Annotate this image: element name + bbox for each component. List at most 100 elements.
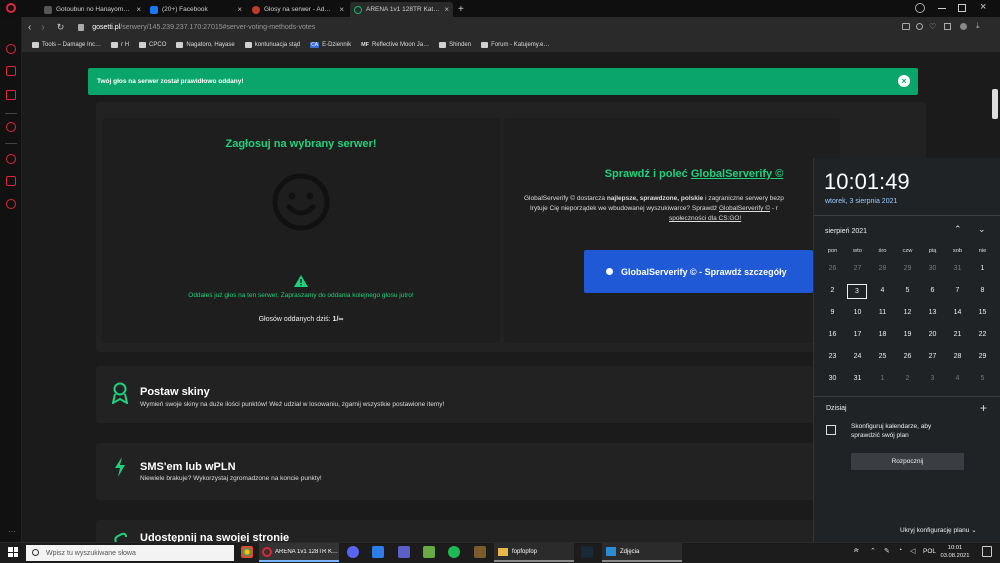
teams-icon[interactable] bbox=[398, 546, 410, 558]
scrollbar-thumb[interactable] bbox=[992, 89, 998, 119]
bookmark-3[interactable]: Nagatoro, Hayase bbox=[176, 41, 235, 48]
calendar-day[interactable]: 26 bbox=[820, 265, 845, 272]
bookmark-4[interactable]: kontunuacja stąd bbox=[244, 41, 300, 48]
calendar-day[interactable]: 2 bbox=[820, 287, 845, 294]
url-field[interactable]: gosetti.pl/serwery/145.239.237.170:27015… bbox=[92, 24, 315, 31]
calendar-day[interactable]: 7 bbox=[945, 287, 970, 294]
network-icon[interactable]: ◔ bbox=[898, 547, 902, 554]
calendar-day[interactable]: 18 bbox=[870, 331, 895, 338]
close-icon[interactable]: × bbox=[136, 5, 141, 14]
minimize-icon[interactable] bbox=[938, 8, 946, 9]
player-icon[interactable] bbox=[6, 122, 16, 132]
spotify-icon[interactable] bbox=[448, 546, 460, 558]
add-event-button[interactable]: + bbox=[980, 401, 987, 415]
camera-icon[interactable] bbox=[902, 23, 910, 30]
calendar-day[interactable]: 1 bbox=[970, 265, 995, 272]
history-icon[interactable] bbox=[6, 154, 16, 164]
chevron-up-icon[interactable]: ⌃ bbox=[954, 224, 962, 235]
vpn-icon[interactable] bbox=[916, 23, 923, 30]
calendar-month[interactable]: sierpień 2021 bbox=[825, 228, 867, 235]
calendar-day[interactable]: 22 bbox=[970, 331, 995, 338]
people-icon[interactable]: ጵ bbox=[854, 547, 859, 555]
calendar-day[interactable]: 21 bbox=[945, 331, 970, 338]
tray-chevron-icon[interactable]: ⌃ bbox=[870, 547, 876, 555]
calendar-day[interactable]: 24 bbox=[845, 353, 870, 360]
back-icon[interactable]: ‹ bbox=[28, 22, 31, 33]
notifications-icon[interactable] bbox=[982, 546, 992, 557]
search-tabs-icon[interactable] bbox=[915, 3, 925, 13]
calendar-day[interactable]: 9 bbox=[820, 309, 845, 316]
twitch-icon[interactable] bbox=[6, 90, 16, 100]
tab-3[interactable]: ARENA 1v1 128TR Katujemy… × bbox=[350, 2, 453, 17]
calendar-day[interactable]: 12 bbox=[895, 309, 920, 316]
chrome-icon[interactable] bbox=[241, 546, 253, 558]
close-icon[interactable]: × bbox=[339, 5, 344, 14]
tab-1[interactable]: (20+) Facebook × bbox=[146, 2, 246, 17]
start-button[interactable]: Rozpocznij bbox=[851, 453, 964, 470]
taskbar-app-opera[interactable]: ARENA 1v1 128TR K… bbox=[259, 543, 339, 562]
avatar[interactable] bbox=[960, 23, 967, 30]
calendar-day[interactable]: 16 bbox=[820, 331, 845, 338]
calendar-day[interactable]: 8 bbox=[970, 287, 995, 294]
calendar-day[interactable]: 1 bbox=[870, 375, 895, 382]
bookmark-5[interactable]: CA E-Dziennik bbox=[310, 41, 351, 48]
calendar-day[interactable]: 15 bbox=[970, 309, 995, 316]
taskbar-clock[interactable]: 10:01 03.08.2021 bbox=[940, 544, 970, 560]
new-tab-button[interactable]: + bbox=[454, 2, 468, 17]
calendar-day[interactable]: 30 bbox=[920, 265, 945, 272]
volume-icon[interactable]: ◁ bbox=[910, 547, 915, 555]
bag-icon[interactable] bbox=[6, 66, 16, 76]
calendar-day[interactable]: 2 bbox=[895, 375, 920, 382]
calendar-day[interactable]: 31 bbox=[845, 375, 870, 382]
feature-sms[interactable]: SMS'em lub wPLN Niewiele brakuje? Wykorz… bbox=[96, 443, 814, 500]
calendar-day[interactable]: 31 bbox=[945, 265, 970, 272]
calendar-day[interactable]: 5 bbox=[970, 375, 995, 382]
bookmark-8[interactable]: Forum - Katujemy.e… bbox=[481, 41, 549, 48]
serverify-title-link[interactable]: GlobalServerify © bbox=[691, 168, 783, 180]
calendar-day[interactable]: 4 bbox=[945, 375, 970, 382]
steam-icon[interactable] bbox=[581, 546, 593, 558]
flyout-date[interactable]: wtorek, 3 sierpnia 2021 bbox=[825, 198, 897, 205]
snapshot-icon[interactable] bbox=[944, 23, 951, 30]
bookmark-7[interactable]: Shinden bbox=[439, 41, 471, 48]
start-windows-icon[interactable] bbox=[8, 547, 18, 557]
calendar-day[interactable]: 10 bbox=[845, 309, 870, 316]
opera-logo-icon[interactable] bbox=[6, 3, 16, 13]
close-window-icon[interactable]: × bbox=[980, 1, 986, 13]
taskbar-app-folder[interactable]: fopfopfop bbox=[494, 543, 574, 562]
serverify-inline-link[interactable]: GlobalServerify © bbox=[719, 205, 770, 212]
calendar-day[interactable]: 25 bbox=[870, 353, 895, 360]
calendar-day[interactable]: 6 bbox=[920, 287, 945, 294]
calendar-day[interactable]: 28 bbox=[870, 265, 895, 272]
maximize-icon[interactable] bbox=[958, 4, 966, 12]
settings-icon[interactable] bbox=[6, 199, 16, 209]
calendar-day[interactable]: 11 bbox=[870, 309, 895, 316]
calendar-day[interactable]: 20 bbox=[920, 331, 945, 338]
app-icon[interactable] bbox=[372, 546, 384, 558]
chevron-down-icon[interactable]: ⌄ bbox=[978, 224, 986, 235]
calendar-day[interactable]: 14 bbox=[945, 309, 970, 316]
calendar-day[interactable]: 29 bbox=[895, 265, 920, 272]
calendar-day[interactable]: 29 bbox=[970, 353, 995, 360]
calendar-day[interactable]: 27 bbox=[920, 353, 945, 360]
calendar-day[interactable]: 3 bbox=[920, 375, 945, 382]
calendar-day[interactable]: 4 bbox=[870, 287, 895, 294]
downloads-icon[interactable]: ⤓ bbox=[976, 21, 980, 31]
feature-skins[interactable]: Postaw skiny Wymień swoje skiny na duże … bbox=[96, 366, 814, 423]
serverify-button[interactable]: GlobalServerify © - Sprawdź szczegóły bbox=[584, 250, 813, 293]
minecraft-icon[interactable] bbox=[474, 546, 486, 558]
tab-0[interactable]: Gotoubun no Hanayome (z… × bbox=[40, 2, 145, 17]
tab-2[interactable]: Głosy na serwer - Administ… × bbox=[248, 2, 348, 17]
pen-icon[interactable]: ✎ bbox=[884, 547, 890, 555]
calendar-day[interactable]: 19 bbox=[895, 331, 920, 338]
bookmark-1[interactable]: r H bbox=[111, 41, 129, 48]
taskbar-app-photos[interactable]: Zdjęcia bbox=[602, 543, 682, 562]
calendar-day-today[interactable]: 3 bbox=[847, 284, 867, 299]
app-icon[interactable] bbox=[423, 546, 435, 558]
more-icon[interactable]: ··· bbox=[8, 527, 16, 536]
calendar-day[interactable]: 13 bbox=[920, 309, 945, 316]
heart-icon[interactable]: ♡ bbox=[929, 22, 936, 31]
calendar-day[interactable]: 5 bbox=[895, 287, 920, 294]
calendar-day[interactable]: 30 bbox=[820, 375, 845, 382]
calendar-day[interactable]: 26 bbox=[895, 353, 920, 360]
